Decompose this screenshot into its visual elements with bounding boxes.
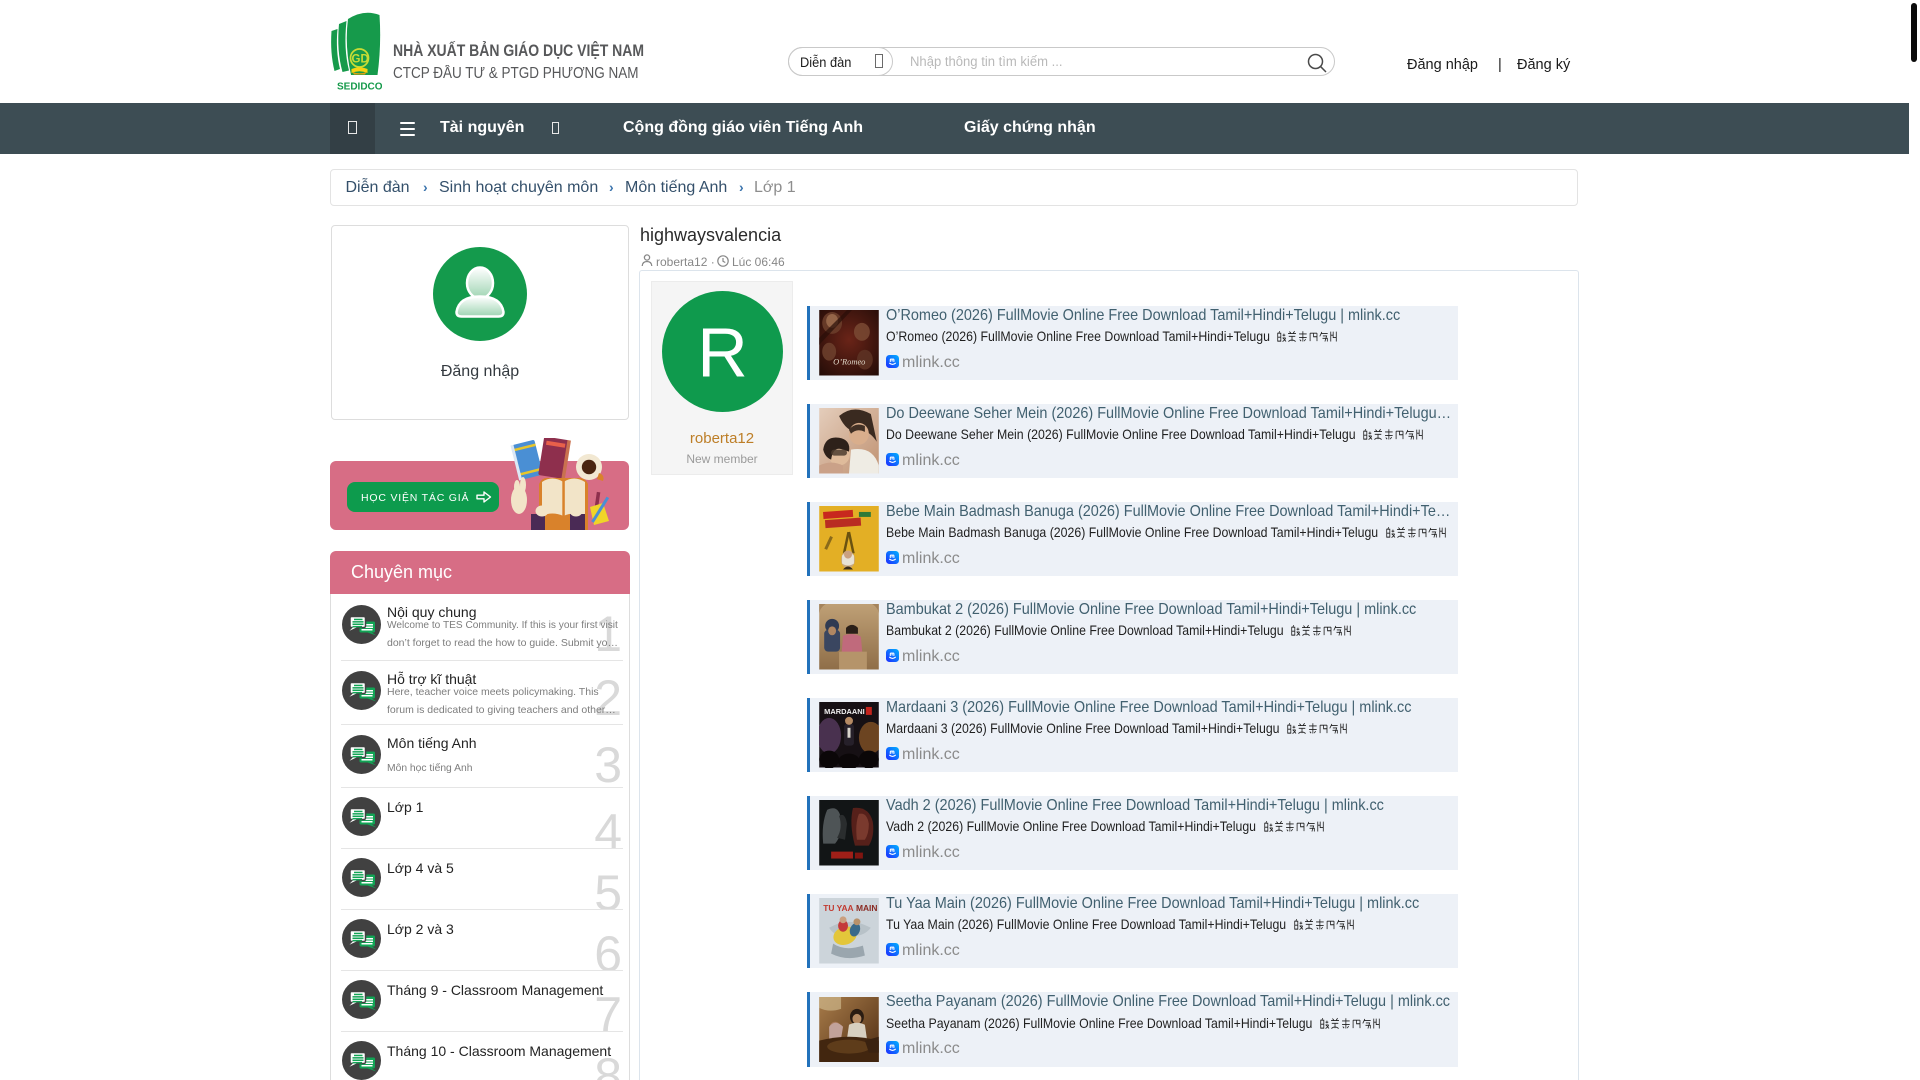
svg-text:O’Romeo: O’Romeo — [833, 357, 865, 367]
svg-text:SEDIDCO: SEDIDCO — [337, 82, 382, 93]
svg-text:MAIN: MAIN — [855, 903, 877, 913]
svg-text:R: R — [697, 313, 748, 391]
svg-text:GD: GD — [352, 54, 369, 66]
svg-text:TU YAA: TU YAA — [823, 903, 853, 913]
svg-text:MARDAANI: MARDAANI — [824, 707, 865, 716]
